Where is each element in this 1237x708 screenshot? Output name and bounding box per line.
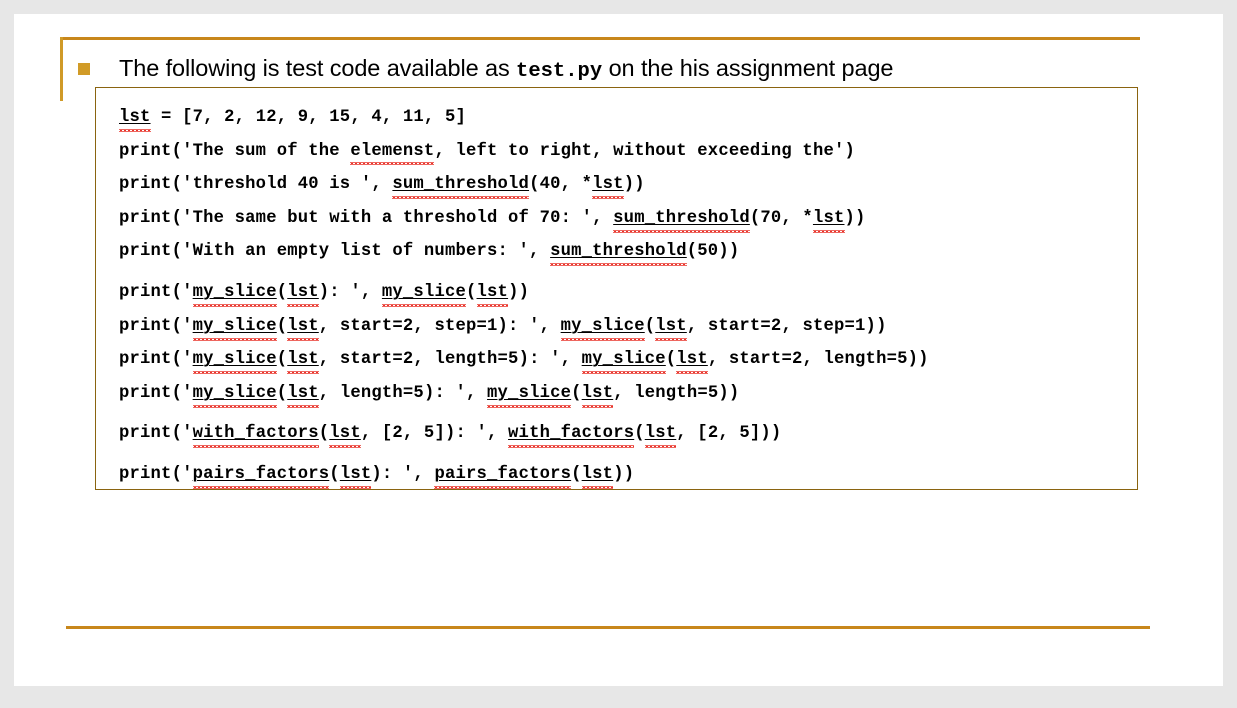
- spellcheck-token: my_slice: [193, 384, 277, 403]
- spellcheck-token: pairs_factors: [434, 465, 571, 484]
- spellcheck-token: lst: [813, 209, 845, 228]
- spellcheck-token: lst: [340, 465, 372, 484]
- code-line: print('With an empty list of numbers: ',…: [119, 235, 1131, 269]
- spellcheck-token: lst: [645, 424, 677, 443]
- spellcheck-token: my_slice: [382, 283, 466, 302]
- spellcheck-token: my_slice: [193, 317, 277, 336]
- code-line: print('with_factors(lst, [2, 5]): ', wit…: [119, 417, 1131, 451]
- bottom-accent-rule: [66, 626, 1150, 629]
- code-line: print('my_slice(lst, start=2, length=5):…: [119, 343, 1131, 377]
- spellcheck-token: lst: [676, 350, 708, 369]
- code-line: print('pairs_factors(lst): ', pairs_fact…: [119, 458, 1131, 492]
- spellcheck-token: with_factors: [508, 424, 634, 443]
- code-line: print('my_slice(lst): ', my_slice(lst)): [119, 276, 1131, 310]
- bullet-line: The following is test code available as …: [78, 52, 1148, 86]
- bullet-code-fragment: test.py: [516, 60, 602, 83]
- bullet-text: The following is test code available as …: [119, 52, 893, 86]
- left-accent-rule: [60, 37, 63, 101]
- code-line: print('my_slice(lst, start=2, step=1): '…: [119, 310, 1131, 344]
- bullet-text-after: on the his assignment page: [602, 55, 893, 81]
- code-line: print('my_slice(lst, length=5): ', my_sl…: [119, 377, 1131, 411]
- code-line: lst = [7, 2, 12, 9, 15, 4, 11, 5]: [119, 101, 1131, 135]
- spellcheck-token: sum_threshold: [550, 242, 687, 261]
- spellcheck-token: my_slice: [561, 317, 645, 336]
- code-lines-container: lst = [7, 2, 12, 9, 15, 4, 11, 5]print('…: [119, 101, 1131, 492]
- spellcheck-token: pairs_factors: [193, 465, 330, 484]
- spellcheck-token: my_slice: [487, 384, 571, 403]
- code-line: print('The sum of the elemenst, left to …: [119, 135, 1131, 169]
- code-line: print('The same but with a threshold of …: [119, 202, 1131, 236]
- spellcheck-token: lst: [592, 175, 624, 194]
- top-accent-rule: [60, 37, 1140, 40]
- spellcheck-token: sum_threshold: [392, 175, 529, 194]
- spellcheck-token: lst: [655, 317, 687, 336]
- spellcheck-token: with_factors: [193, 424, 319, 443]
- spellcheck-token: my_slice: [193, 283, 277, 302]
- spellcheck-token: my_slice: [193, 350, 277, 369]
- bullet-text-before: The following is test code available as: [119, 55, 516, 81]
- slide-surface: The following is test code available as …: [14, 14, 1223, 686]
- code-block: lst = [7, 2, 12, 9, 15, 4, 11, 5]print('…: [95, 87, 1138, 490]
- spellcheck-token: lst: [287, 384, 319, 403]
- code-line: print('threshold 40 is ', sum_threshold(…: [119, 168, 1131, 202]
- spellcheck-token: lst: [287, 317, 319, 336]
- square-bullet-icon: [78, 63, 90, 75]
- spellcheck-token: lst: [119, 108, 151, 127]
- spellcheck-token: lst: [287, 350, 319, 369]
- spellcheck-token: lst: [582, 384, 614, 403]
- spellcheck-token: lst: [582, 465, 614, 484]
- spellcheck-token: elemenst: [350, 142, 434, 161]
- spellcheck-token: my_slice: [582, 350, 666, 369]
- spellcheck-token: sum_threshold: [613, 209, 750, 228]
- spellcheck-token: lst: [287, 283, 319, 302]
- spellcheck-token: lst: [329, 424, 361, 443]
- spellcheck-token: lst: [477, 283, 509, 302]
